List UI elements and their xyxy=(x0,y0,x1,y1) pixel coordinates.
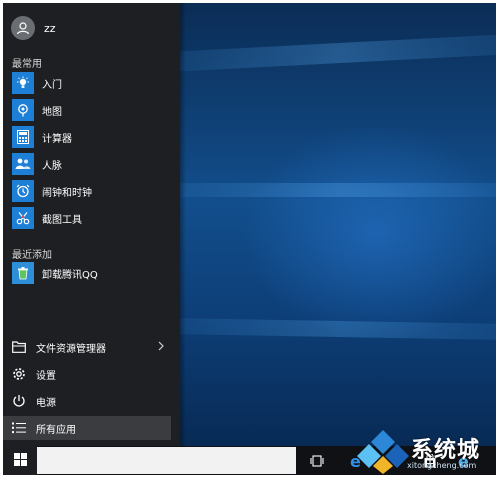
app-label: 计算器 xyxy=(42,133,72,145)
watermark-url: xitongcheng.com xyxy=(407,461,477,470)
watermark-text: 系统城 xyxy=(411,438,481,463)
alarm-clock-icon xyxy=(12,180,34,202)
app-label: 闹钟和时钟 xyxy=(42,187,92,199)
desktop-wallpaper xyxy=(180,3,496,446)
app-label: 入门 xyxy=(42,79,62,91)
wallpaper-light-beam xyxy=(180,183,496,197)
start-button[interactable] xyxy=(3,446,37,475)
app-label: 截图工具 xyxy=(42,214,82,226)
user-avatar-icon xyxy=(11,16,35,40)
app-item-uninstall-qq[interactable]: 卸载腾讯QQ xyxy=(3,260,180,286)
power-item[interactable]: 电源 xyxy=(3,389,180,413)
wallpaper-light-beam xyxy=(180,33,496,73)
app-item-maps[interactable]: 地图 xyxy=(3,97,180,123)
app-label: 人脉 xyxy=(42,160,62,172)
uninstall-icon xyxy=(12,262,34,284)
wallpaper-light-beam xyxy=(180,317,496,341)
app-item-calculator[interactable]: 计算器 xyxy=(3,124,180,150)
user-account[interactable]: zz xyxy=(3,13,180,43)
calculator-icon xyxy=(12,126,34,148)
settings-item[interactable]: 设置 xyxy=(3,362,180,386)
app-label: 地图 xyxy=(42,106,62,118)
folder-icon xyxy=(12,340,26,354)
file-explorer-label: 文件资源管理器 xyxy=(36,343,106,355)
windows-logo-icon xyxy=(13,451,27,470)
start-menu: zz 最常用 入门 地图 计算器 人脉 闹钟和时钟 截图工具 最近添加 卸载腾讯… xyxy=(3,3,180,446)
map-icon xyxy=(12,99,34,121)
watermark-logo-icon xyxy=(357,430,409,474)
gear-icon xyxy=(12,367,26,381)
user-name: zz xyxy=(44,21,56,35)
file-explorer-item[interactable]: 文件资源管理器 xyxy=(3,335,180,359)
power-icon xyxy=(12,394,26,408)
all-apps-label: 所有应用 xyxy=(36,424,76,436)
list-icon xyxy=(12,421,26,435)
section-most-used: 最常用 xyxy=(12,59,42,70)
section-recently-added: 最近添加 xyxy=(12,250,52,261)
screenshot-frame: zz 最常用 入门 地图 计算器 人脉 闹钟和时钟 截图工具 最近添加 卸载腾讯… xyxy=(3,3,496,475)
app-item-people[interactable]: 人脉 xyxy=(3,151,180,177)
app-item-snipping-tool[interactable]: 截图工具 xyxy=(3,205,180,231)
chevron-right-icon[interactable] xyxy=(158,341,164,354)
app-item-alarms-clock[interactable]: 闹钟和时钟 xyxy=(3,178,180,204)
scissors-icon xyxy=(12,207,34,229)
menu-shadow xyxy=(180,3,186,446)
app-item-get-started[interactable]: 入门 xyxy=(3,70,180,96)
power-label: 电源 xyxy=(36,397,56,409)
watermark: 系统城 xitongcheng.com xyxy=(357,428,496,475)
settings-label: 设置 xyxy=(36,370,56,382)
taskbar-search-input[interactable] xyxy=(37,447,296,474)
task-view-icon[interactable] xyxy=(302,446,332,475)
app-label: 卸载腾讯QQ xyxy=(42,269,98,281)
all-apps-item[interactable]: 所有应用 xyxy=(3,416,171,440)
people-icon xyxy=(12,153,34,175)
lightbulb-icon xyxy=(12,72,34,94)
